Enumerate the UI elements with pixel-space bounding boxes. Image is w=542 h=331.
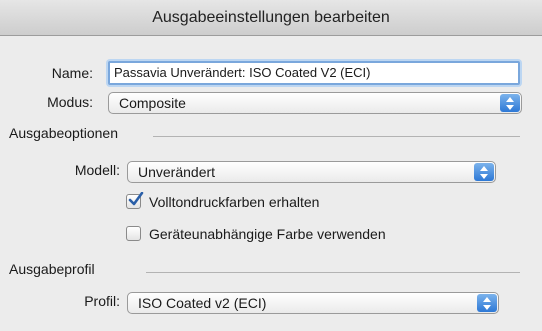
volltondruckfarben-label[interactable]: Volltondruckfarben erhalten — [149, 194, 319, 210]
modell-label: Modell: — [74, 162, 120, 178]
ausgabeprofil-heading: Ausgabeprofil — [9, 261, 95, 277]
up-down-arrows-icon — [477, 294, 497, 312]
volltondruckfarben-checkbox[interactable] — [126, 192, 144, 209]
up-down-arrows-icon — [474, 163, 494, 181]
modus-popup[interactable]: Composite — [108, 92, 522, 114]
geraeteunabhaengig-label[interactable]: Geräteunabhängige Farbe verwenden — [149, 226, 386, 242]
ausgabeoptionen-heading: Ausgabeoptionen — [9, 125, 118, 141]
geraeteunabhaengig-checkbox[interactable] — [126, 226, 141, 241]
name-label: Name: — [51, 65, 93, 81]
profil-value: ISO Coated v2 (ECI) — [138, 295, 267, 311]
ausgabeoptionen-divider — [153, 136, 520, 137]
window-title: Ausgabeeinstellungen bearbeiten — [152, 8, 390, 26]
up-down-arrows-icon — [500, 94, 520, 112]
modell-popup[interactable]: Unverändert — [127, 161, 496, 183]
modell-value: Unverändert — [138, 164, 216, 180]
modus-label: Modus: — [47, 94, 93, 110]
window-titlebar: Ausgabeeinstellungen bearbeiten — [0, 0, 542, 36]
profil-label: Profil: — [84, 293, 120, 309]
name-field[interactable]: Passavia Unverändert: ISO Coated V2 (ECI… — [108, 61, 520, 85]
profil-popup[interactable]: ISO Coated v2 (ECI) — [127, 292, 499, 314]
modus-value: Composite — [119, 95, 186, 111]
checkmark-icon — [128, 192, 144, 206]
ausgabeprofil-divider — [146, 272, 520, 273]
settings-panel: Name: Passavia Unverändert: ISO Coated V… — [3, 37, 539, 331]
